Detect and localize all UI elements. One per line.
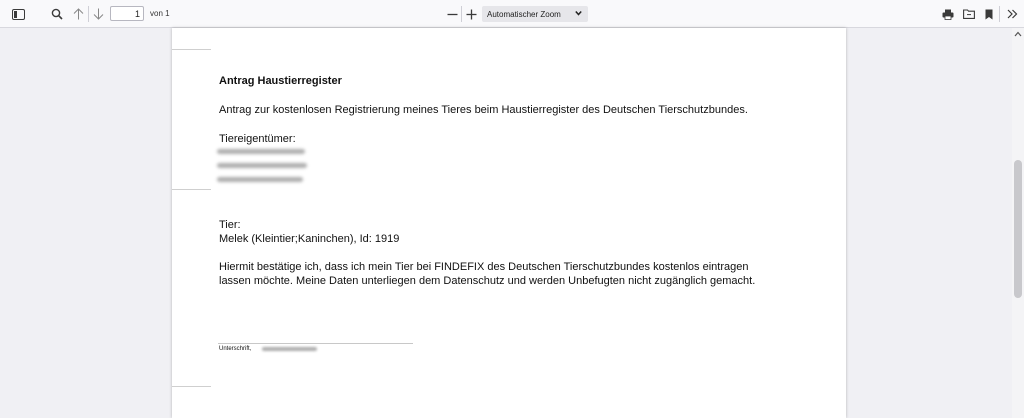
- redacted-owner-line: [217, 177, 303, 182]
- signature-label: Unterschrift,: [219, 346, 252, 352]
- arrow-down-icon[interactable]: [90, 4, 106, 24]
- owner-label: Tiereigentümer:: [219, 133, 296, 145]
- folder-icon[interactable]: [961, 4, 977, 24]
- plus-icon[interactable]: [464, 4, 478, 24]
- pdf-page: Antrag Haustierregister Antrag zur koste…: [172, 28, 846, 418]
- sidebar-toggle-icon[interactable]: [8, 4, 28, 24]
- scroll-up-icon[interactable]: [1014, 30, 1022, 39]
- intro-text: Antrag zur kostenlosen Registrierung mei…: [219, 104, 748, 116]
- printer-icon[interactable]: [940, 4, 956, 24]
- confirmation-text-line1: Hiermit bestätige ich, dass ich mein Tie…: [219, 261, 749, 273]
- animal-label: Tier:: [219, 219, 241, 231]
- zoom-select-value: Automatischer Zoom: [487, 9, 561, 19]
- page-number-input[interactable]: [110, 6, 144, 21]
- page-margin-mark: [172, 189, 211, 190]
- toolbar-separator: [461, 6, 462, 22]
- animal-value: Melek (Kleintier;Kaninchen), Id: 1919: [219, 233, 400, 245]
- signature-line: [218, 343, 413, 344]
- redacted-signature: [262, 347, 317, 351]
- redacted-owner-line: [217, 149, 305, 154]
- scrollbar-thumb[interactable]: [1014, 160, 1022, 298]
- redacted-owner-line: [217, 163, 307, 168]
- arrow-up-icon[interactable]: [70, 4, 86, 24]
- document-title: Antrag Haustierregister: [219, 75, 342, 87]
- double-chevron-right-icon[interactable]: [1004, 4, 1020, 24]
- zoom-select[interactable]: Automatischer Zoom: [482, 6, 588, 22]
- pdf-toolbar: von 1 Automatischer Zoom: [0, 0, 1024, 28]
- confirmation-text-line2: lassen möchte. Meine Daten unterliegen d…: [219, 275, 756, 287]
- bookmark-icon[interactable]: [982, 4, 996, 24]
- page-margin-mark: [172, 49, 211, 50]
- minus-icon[interactable]: [445, 4, 459, 24]
- chevron-down-icon: [575, 9, 582, 19]
- page-count-label: von 1: [150, 9, 170, 18]
- page-margin-mark: [172, 386, 211, 387]
- search-icon[interactable]: [48, 4, 66, 24]
- toolbar-separator: [88, 6, 89, 22]
- toolbar-separator: [999, 6, 1000, 22]
